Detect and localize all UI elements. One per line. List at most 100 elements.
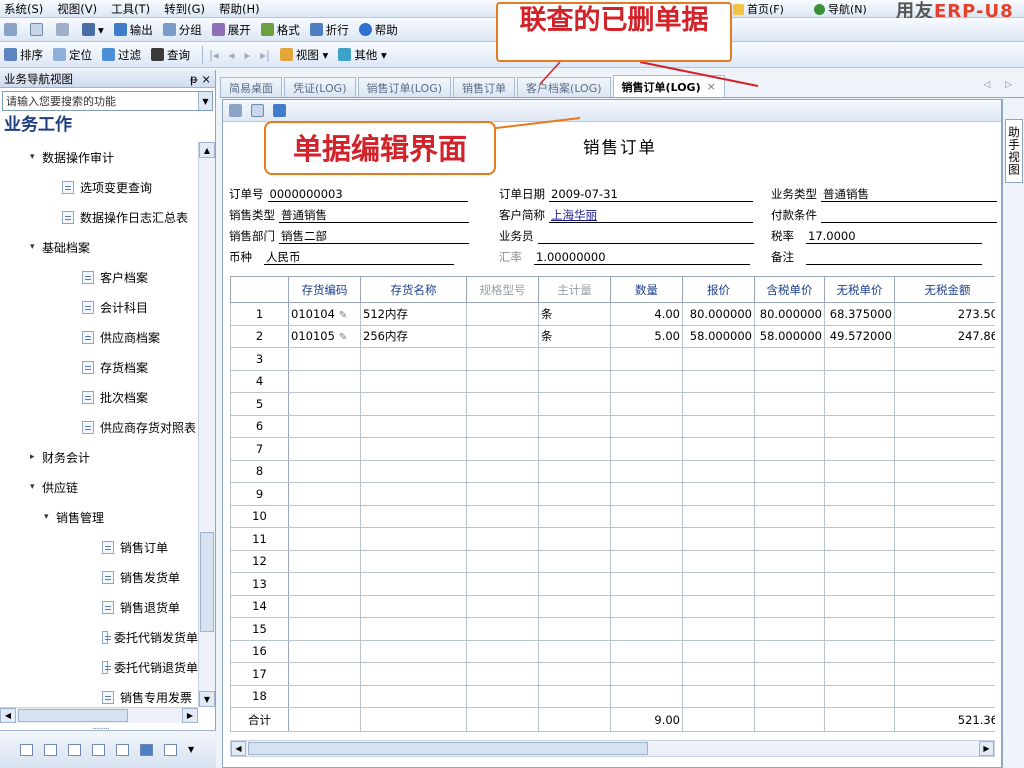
tab-5[interactable]: 销售订单(LOG) × (612, 75, 725, 97)
customer-value[interactable]: 上海华丽 (549, 208, 753, 223)
empty-cell[interactable] (466, 392, 539, 416)
empty-cell[interactable] (824, 549, 895, 573)
col-item-code[interactable]: 存货编码 (288, 276, 361, 303)
output-icon[interactable] (273, 104, 286, 117)
empty-cell[interactable] (538, 437, 611, 461)
empty-cell[interactable] (360, 392, 467, 416)
table-icon[interactable] (20, 743, 33, 756)
empty-cell[interactable] (894, 369, 995, 393)
tree-item[interactable]: 选项变更查询 (0, 172, 198, 202)
empty-cell[interactable] (466, 527, 539, 551)
empty-cell[interactable] (754, 684, 825, 708)
empty-cell[interactable] (682, 369, 755, 393)
tab-0[interactable]: 简易桌面 (220, 77, 282, 97)
empty-cell[interactable] (894, 504, 995, 528)
empty-cell[interactable] (682, 572, 755, 596)
home-link[interactable]: 首页(F) (733, 0, 784, 18)
tree-item[interactable]: 数据操作日志汇总表 (0, 202, 198, 232)
empty-cell[interactable] (894, 617, 995, 641)
empty-cell[interactable] (894, 549, 995, 573)
group-button[interactable]: 分组 (161, 20, 204, 40)
tree-item[interactable]: 批次档案 (0, 382, 198, 412)
empty-cell[interactable] (538, 684, 611, 708)
empty-cell[interactable] (682, 459, 755, 483)
chevron-down-icon[interactable]: ▾ (30, 152, 42, 162)
empty-cell[interactable] (824, 392, 895, 416)
empty-cell[interactable] (288, 392, 361, 416)
close-icon[interactable]: × (707, 80, 716, 93)
empty-cell[interactable] (894, 594, 995, 618)
empty-cell[interactable] (360, 482, 467, 506)
empty-cell[interactable] (610, 347, 683, 371)
empty-cell[interactable] (288, 437, 361, 461)
empty-cell[interactable] (754, 504, 825, 528)
empty-cell[interactable] (682, 662, 755, 686)
sale-type-value[interactable]: 普通销售 (279, 208, 469, 223)
empty-cell[interactable] (538, 347, 611, 371)
table-row[interactable]: 12 (230, 549, 995, 573)
table-row[interactable]: 15 (230, 617, 995, 641)
chart-icon[interactable] (164, 743, 177, 756)
empty-cell[interactable] (288, 527, 361, 551)
empty-cell[interactable] (466, 414, 539, 438)
empty-cell[interactable] (466, 662, 539, 686)
table-row[interactable]: 14 (230, 594, 995, 618)
table-row[interactable]: 5 (230, 392, 995, 416)
table-row[interactable]: 10 (230, 504, 995, 528)
empty-cell[interactable] (610, 549, 683, 573)
scroll-left-button[interactable]: ◀ (231, 741, 246, 756)
empty-cell[interactable] (682, 684, 755, 708)
chevron-down-icon[interactable]: ▾ (30, 242, 42, 252)
empty-cell[interactable] (610, 437, 683, 461)
tax-rate-value[interactable]: 17.0000 (806, 229, 982, 244)
empty-cell[interactable] (754, 617, 825, 641)
empty-cell[interactable] (288, 459, 361, 483)
table-row[interactable]: 2 010105 ✎ 256内存 条 5.00 58.000000 58.000000 49.5… (230, 324, 995, 348)
locate-button[interactable]: 定位 (51, 45, 94, 65)
empty-cell[interactable] (682, 392, 755, 416)
cell-unit[interactable]: 条 (538, 324, 611, 348)
empty-cell[interactable] (466, 572, 539, 596)
view-button[interactable]: 视图 ▾ (278, 45, 330, 65)
empty-cell[interactable] (466, 459, 539, 483)
table-row[interactable]: 9 (230, 482, 995, 506)
table-row[interactable]: 11 (230, 527, 995, 551)
empty-cell[interactable] (538, 549, 611, 573)
menu-goto[interactable]: 转到(G) (164, 1, 205, 17)
currency-value[interactable]: 人民币 (264, 250, 454, 265)
empty-cell[interactable] (610, 639, 683, 663)
first-record-button[interactable]: |◂ (207, 45, 221, 65)
empty-cell[interactable] (754, 414, 825, 438)
empty-cell[interactable] (360, 639, 467, 663)
cell-code[interactable]: 010105 ✎ (288, 324, 361, 348)
empty-cell[interactable] (538, 662, 611, 686)
col-spec[interactable]: 规格型号 (466, 276, 539, 303)
tree-item[interactable]: 存货档案 (0, 352, 198, 382)
empty-cell[interactable] (824, 459, 895, 483)
empty-cell[interactable] (288, 572, 361, 596)
sidebar-horizontal-scrollbar[interactable]: ◀ ▶ (0, 707, 198, 723)
tree-group[interactable]: ▾ 数据操作审计 (0, 142, 198, 172)
empty-cell[interactable] (360, 437, 467, 461)
tree-item[interactable]: 销售退货单 (0, 592, 198, 622)
table-row[interactable]: 4 (230, 369, 995, 393)
empty-cell[interactable] (894, 392, 995, 416)
scroll-right-button[interactable]: ▶ (979, 741, 994, 756)
tree-item[interactable]: 销售订单 (0, 532, 198, 562)
sidebar-pin-close[interactable]: ᵽ × (190, 72, 211, 86)
cell-quote[interactable]: 58.000000 (682, 324, 755, 348)
empty-cell[interactable] (682, 414, 755, 438)
empty-cell[interactable] (754, 662, 825, 686)
empty-cell[interactable] (466, 437, 539, 461)
menu-system[interactable]: 系统(S) (4, 1, 43, 17)
empty-cell[interactable] (824, 594, 895, 618)
empty-cell[interactable] (538, 482, 611, 506)
empty-cell[interactable] (288, 347, 361, 371)
table-row[interactable]: 17 (230, 662, 995, 686)
cell-name[interactable]: 256内存 (360, 324, 467, 348)
hscroll-thumb[interactable] (18, 709, 128, 722)
empty-cell[interactable] (610, 482, 683, 506)
dept-value[interactable]: 销售二部 (279, 229, 469, 244)
empty-cell[interactable] (610, 369, 683, 393)
empty-cell[interactable] (894, 459, 995, 483)
